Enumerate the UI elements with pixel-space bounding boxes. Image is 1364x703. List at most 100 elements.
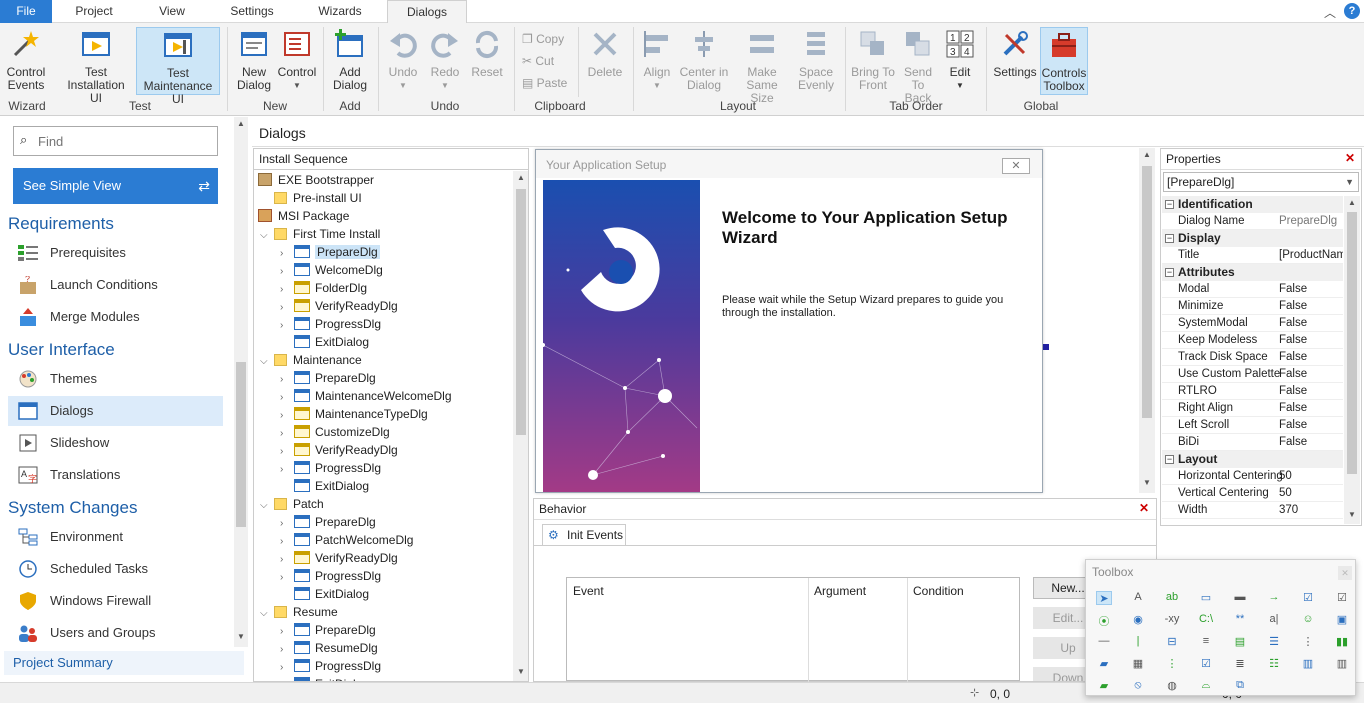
toolbox-bitmap-icon[interactable]: ▥ xyxy=(1300,657,1316,671)
search-input[interactable] xyxy=(38,131,208,151)
toolbox-edit-box-icon[interactable]: ab xyxy=(1164,591,1180,605)
tree-item[interactable]: › ResumeDlg xyxy=(280,639,378,657)
toolbox-image-icon[interactable]: ▣ xyxy=(1334,613,1350,627)
tree-item[interactable]: ⌵ Maintenance xyxy=(260,351,362,369)
make-same-size-button[interactable]: Make Same Size xyxy=(732,27,792,105)
toolbox-password-edit-icon[interactable]: ** xyxy=(1232,613,1248,627)
toolbox-scroll-text-icon[interactable]: ⌓ xyxy=(1198,679,1214,693)
prop-system-modal[interactable]: SystemModal False xyxy=(1162,315,1343,332)
tree-item[interactable]: ⌵ First Time Install xyxy=(260,225,380,243)
tree-item[interactable]: EXE Bootstrapper xyxy=(258,171,374,189)
chevron-down-icon[interactable]: ▼ xyxy=(517,667,525,676)
category-display[interactable]: − Display xyxy=(1162,230,1343,247)
tab-init-events[interactable]: ⚙ Init Events xyxy=(542,524,626,546)
chevron-up-icon[interactable]: ▲ xyxy=(517,173,525,182)
tree-item[interactable]: › MaintenanceTypeDlg xyxy=(280,405,428,423)
toolbox-listbox-icon[interactable]: ≡ xyxy=(1198,635,1214,649)
help-icon[interactable]: ? xyxy=(1344,3,1360,19)
toolbox-volume-list-icon[interactable]: ☷ xyxy=(1266,657,1282,671)
toolbox-path-edit-icon[interactable]: C:\ xyxy=(1198,613,1214,627)
test-maintenance-ui-button[interactable]: Test Maintenance UI xyxy=(136,27,220,106)
tree-item[interactable]: ⌵ Resume xyxy=(260,603,338,621)
column-header-event[interactable]: Event xyxy=(573,584,604,598)
scrollbar-thumb[interactable] xyxy=(1347,212,1357,474)
tree-item[interactable]: › WelcomeDlg xyxy=(280,261,383,279)
toolbox-progress-icon[interactable]: ▮▮ xyxy=(1334,635,1350,649)
bring-to-front-button[interactable]: Bring To Front xyxy=(850,27,896,95)
new-dialog-button[interactable]: New Dialog xyxy=(232,27,276,95)
tab-project[interactable]: Project xyxy=(62,0,126,23)
test-installation-ui-button[interactable]: Test Installation UI xyxy=(58,27,134,105)
send-to-back-button[interactable]: Send To Back xyxy=(896,27,940,105)
toolbox-radio-icon[interactable]: ◉ xyxy=(1130,613,1146,627)
scrollbar-thumb[interactable] xyxy=(516,189,526,435)
tree-item[interactable]: › PrepareDlg xyxy=(280,243,380,261)
close-icon[interactable]: ✕ xyxy=(1139,501,1149,515)
tree-item[interactable]: › CustomizeDlg xyxy=(280,423,390,441)
redo-button[interactable]: Redo ▼ xyxy=(424,27,466,95)
paste-button[interactable]: ▤ Paste xyxy=(522,76,567,90)
copy-button[interactable]: ❐ Copy xyxy=(522,32,564,46)
tree-item[interactable]: › PatchWelcomeDlg xyxy=(280,531,413,549)
tree-item[interactable]: › ProgressDlg xyxy=(280,459,381,477)
center-in-dialog-button[interactable]: Center in Dialog xyxy=(678,27,730,95)
add-dialog-button[interactable]: Add Dialog xyxy=(328,27,372,95)
toolbox-list-view-icon[interactable]: ☰ xyxy=(1266,635,1282,649)
toolbox-attachment-icon[interactable]: ⦸ xyxy=(1130,679,1146,693)
toolbox-folder-browse-icon[interactable]: ▰ xyxy=(1096,657,1112,671)
find-box[interactable]: ⌕ xyxy=(13,126,218,156)
properties-scrollbar[interactable]: ▲ ▼ xyxy=(1344,196,1360,524)
toolbox-selection-list-icon[interactable]: ≣ xyxy=(1232,657,1248,671)
sidebar-item-windows-firewall[interactable]: Windows Firewall xyxy=(8,586,223,616)
prop-minimize[interactable]: Minimize False xyxy=(1162,298,1343,315)
collapse-icon[interactable]: − xyxy=(1165,234,1174,243)
tree-item[interactable]: ExitDialog xyxy=(280,477,369,495)
tree-item[interactable]: Pre-install UI xyxy=(260,189,362,207)
toolbox-text-field-icon[interactable]: a| xyxy=(1266,613,1282,627)
prop-modal[interactable]: Modal False xyxy=(1162,281,1343,298)
delete-button[interactable]: Delete xyxy=(582,27,628,95)
chevron-down-icon[interactable]: ⌵ xyxy=(260,227,274,245)
sidebar-item-scheduled-tasks[interactable]: Scheduled Tasks xyxy=(8,554,223,584)
tree-item[interactable]: ExitDial xyxy=(280,675,356,681)
prop-dialog-name[interactable]: Dialog Name PrepareDlg xyxy=(1162,213,1343,230)
control-events-button[interactable]: Control Events xyxy=(2,27,50,95)
chevron-down-icon[interactable]: ⌵ xyxy=(260,353,274,371)
undo-button[interactable]: Undo ▼ xyxy=(382,27,424,95)
tree-item[interactable]: › ProgressDlg xyxy=(280,315,381,333)
tab-settings[interactable]: Settings xyxy=(218,0,286,23)
toolbox-checkbox-icon[interactable]: ☑ xyxy=(1300,591,1316,605)
collapse-icon[interactable]: − xyxy=(1165,455,1174,464)
chevron-up-icon[interactable]: ▲ xyxy=(1348,198,1356,207)
sidebar-item-slideshow[interactable]: Slideshow xyxy=(8,428,223,458)
dialog-preview-window[interactable]: Your Application Setup ✕ Welcome to Your… xyxy=(535,149,1043,493)
column-header-argument[interactable]: Argument xyxy=(814,584,866,598)
reset-button[interactable]: Reset xyxy=(466,27,508,95)
chevron-up-icon[interactable]: ▲ xyxy=(1143,150,1151,159)
scrollbar-thumb[interactable] xyxy=(1142,166,1152,418)
edit-tab-order-button[interactable]: 1234 Edit ▼ xyxy=(942,27,978,95)
collapse-icon[interactable]: − xyxy=(1165,200,1174,209)
tree-item[interactable]: ⌵ Patch xyxy=(260,495,324,513)
sidebar-item-prerequisites[interactable]: Prerequisites xyxy=(8,238,223,268)
tab-view[interactable]: View xyxy=(140,0,204,23)
align-button[interactable]: Align ▼ xyxy=(636,27,678,95)
chevron-down-icon[interactable]: ▼ xyxy=(1348,510,1356,519)
toolbox-copy-item-icon[interactable]: ⧉ xyxy=(1232,679,1248,693)
toolbox-computer-icon[interactable]: ▦ xyxy=(1130,657,1146,671)
dialog-canvas[interactable]: Your Application Setup ✕ Welcome to Your… xyxy=(533,148,1157,493)
category-layout[interactable]: − Layout xyxy=(1162,451,1343,468)
cut-button[interactable]: ✂ Cut xyxy=(522,54,554,68)
tree-item[interactable]: › PrepareDlg xyxy=(280,369,376,387)
toolbox-emoji-icon[interactable]: ☺ xyxy=(1300,613,1316,627)
close-icon[interactable]: ✕ xyxy=(1345,151,1355,165)
sidebar-scrollbar[interactable]: ▲ ▼ xyxy=(234,117,248,647)
prop-vertical-centering[interactable]: Vertical Centering 50 xyxy=(1162,485,1343,502)
toolbox-billboard-icon[interactable]: ▥ xyxy=(1334,657,1350,671)
tree-item[interactable]: › MaintenanceWelcomeDlg xyxy=(280,387,452,405)
events-table[interactable]: Event Argument Condition xyxy=(566,577,1020,682)
tab-dialogs[interactable]: Dialogs xyxy=(387,0,467,24)
prop-keep-modeless[interactable]: Keep Modeless False xyxy=(1162,332,1343,349)
toolbox-masked-edit-icon[interactable]: -xy xyxy=(1164,613,1180,627)
chevron-up-icon[interactable]: ▲ xyxy=(237,119,245,128)
